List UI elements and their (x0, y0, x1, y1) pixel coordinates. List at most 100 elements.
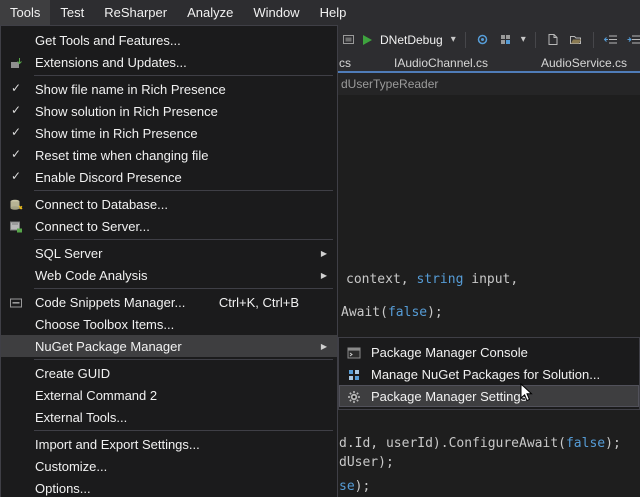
submenu-arrow-icon: ▶ (321, 249, 327, 258)
menubar-item-resharper[interactable]: ReSharper (94, 0, 177, 25)
menubar-item-tools[interactable]: Tools (0, 0, 50, 25)
new-file-icon[interactable] (545, 32, 561, 48)
menu-item-show-time-rich-presence[interactable]: ✓ Show time in Rich Presence (1, 122, 337, 144)
check-icon: ✓ (11, 81, 21, 95)
code-line[interactable]: context, string input, (346, 272, 518, 287)
menu-separator (34, 239, 333, 240)
open-file-icon[interactable] (568, 32, 584, 48)
submenu-arrow-icon: ▶ (321, 271, 327, 280)
profiler-grid-icon[interactable] (498, 32, 514, 48)
menu-item-nuget-package-manager[interactable]: NuGet Package Manager ▶ (1, 335, 337, 357)
menu-item-label: Enable Discord Presence (35, 170, 182, 185)
toolbar-box-icon[interactable] (340, 32, 356, 48)
menu-item-enable-discord-presence[interactable]: ✓ Enable Discord Presence (1, 166, 337, 188)
submenu-arrow-icon: ▶ (321, 342, 327, 351)
menu-separator (34, 359, 333, 360)
menu-item-label: Get Tools and Features... (35, 33, 181, 48)
menu-item-shortcut: Ctrl+K, Ctrl+B (219, 295, 299, 310)
toolbar-separator (535, 32, 536, 48)
menu-item-label: Import and Export Settings... (35, 437, 200, 452)
code-text: input, (463, 272, 518, 287)
menu-item-web-code-analysis[interactable]: Web Code Analysis ▶ (1, 264, 337, 286)
menu-item-package-manager-console[interactable]: Package Manager Console (339, 341, 639, 363)
menubar-item-test[interactable]: Test (50, 0, 94, 25)
tab-partial[interactable]: cs (339, 56, 351, 70)
code-text: ); (605, 436, 621, 451)
code-line[interactable]: Await(false); (341, 305, 443, 320)
code-text: context, (346, 272, 416, 287)
menu-item-label: Web Code Analysis (35, 268, 148, 283)
menu-item-label: NuGet Package Manager (35, 339, 182, 354)
check-icon: ✓ (11, 125, 21, 139)
menu-item-import-and-export-settings[interactable]: Import and Export Settings... (1, 433, 337, 455)
check-icon: ✓ (11, 147, 21, 161)
snippets-icon (9, 295, 24, 310)
menu-item-show-file-name-rich-presence[interactable]: ✓ Show file name in Rich Presence (1, 78, 337, 100)
toolbar-separator (465, 32, 466, 48)
check-icon: ✓ (11, 169, 21, 183)
menu-item-package-manager-settings[interactable]: Package Manager Settings (339, 385, 639, 407)
menu-item-choose-toolbox-items[interactable]: Choose Toolbox Items... (1, 313, 337, 335)
extensions-icon (9, 55, 24, 70)
menubar-item-window[interactable]: Window (243, 0, 309, 25)
menu-item-label: Choose Toolbox Items... (35, 317, 174, 332)
menu-item-label: External Command 2 (35, 388, 157, 403)
toolbar-separator (593, 32, 594, 48)
attach-icon[interactable] (475, 32, 491, 48)
code-line[interactable]: d.Id, userId).ConfigureAwait(false); (339, 436, 621, 451)
menu-item-customize[interactable]: Customize... (1, 455, 337, 477)
console-icon (347, 345, 362, 360)
code-line[interactable]: se); (339, 479, 370, 494)
tools-menu: Get Tools and Features... Extensions and… (0, 25, 338, 497)
code-line[interactable]: dUser); (339, 455, 394, 470)
menu-item-create-guid[interactable]: Create GUID (1, 362, 337, 384)
menu-separator (34, 75, 333, 76)
menu-item-label: Package Manager Console (371, 345, 528, 360)
menu-item-manage-nuget-packages-for-solution[interactable]: Manage NuGet Packages for Solution... (339, 363, 639, 385)
code-text: dUser); (339, 455, 394, 470)
breadcrumb[interactable]: dUserTypeReader (341, 77, 438, 91)
menu-item-code-snippets-manager[interactable]: Code Snippets Manager... Ctrl+K, Ctrl+B (1, 291, 337, 313)
menu-item-sql-server[interactable]: SQL Server ▶ (1, 242, 337, 264)
debug-target-label[interactable]: DNetDebug (380, 33, 443, 47)
gear-icon (347, 389, 362, 404)
code-keyword: false (388, 305, 427, 320)
menu-item-extensions-and-updates[interactable]: Extensions and Updates... (1, 51, 337, 73)
menu-item-options[interactable]: Options... (1, 477, 337, 497)
menu-item-external-command-2[interactable]: External Command 2 (1, 384, 337, 406)
menu-item-label: External Tools... (35, 410, 127, 425)
menu-item-label: Customize... (35, 459, 107, 474)
vs-window: context, string input, Await(false); d.I… (0, 0, 640, 497)
menu-item-show-solution-rich-presence[interactable]: ✓ Show solution in Rich Presence (1, 100, 337, 122)
menu-item-reset-time-when-changing-file[interactable]: ✓ Reset time when changing file (1, 144, 337, 166)
tab-iaudiochannel[interactable]: IAudioChannel.cs (394, 56, 488, 70)
menu-item-label: Create GUID (35, 366, 110, 381)
profiler-dropdown-icon[interactable]: ▾ (521, 34, 526, 45)
menu-item-label: Options... (35, 481, 91, 496)
nuget-submenu: Package Manager Console Manage NuGet Pac… (338, 337, 640, 410)
debug-target-dropdown-icon[interactable]: ▾ (451, 34, 456, 45)
menu-item-connect-to-server[interactable]: Connect to Server... (1, 215, 337, 237)
tab-audioservice[interactable]: AudioService.cs (541, 56, 627, 70)
menu-item-get-tools-and-features[interactable]: Get Tools and Features... (1, 29, 337, 51)
menubar-item-help[interactable]: Help (310, 0, 357, 25)
menu-bar: Tools Test ReSharper Analyze Window Help (0, 0, 640, 25)
code-keyword: se (339, 479, 355, 494)
code-keyword: string (416, 272, 463, 287)
menu-item-label: Show file name in Rich Presence (35, 82, 226, 97)
menu-item-label: SQL Server (35, 246, 102, 261)
outdent-icon[interactable] (603, 32, 619, 48)
menubar-item-analyze[interactable]: Analyze (177, 0, 243, 25)
menu-item-connect-to-database[interactable]: Connect to Database... (1, 193, 337, 215)
menu-item-label: Connect to Database... (35, 197, 168, 212)
menu-item-label: Extensions and Updates... (35, 55, 187, 70)
menu-item-label: Reset time when changing file (35, 148, 208, 163)
indent-icon[interactable] (626, 32, 640, 48)
menu-item-external-tools[interactable]: External Tools... (1, 406, 337, 428)
menu-separator (34, 288, 333, 289)
server-icon (9, 219, 24, 234)
packages-icon (347, 367, 362, 382)
start-debug-icon[interactable] (363, 35, 372, 45)
menu-item-label: Show solution in Rich Presence (35, 104, 218, 119)
menu-item-label: Show time in Rich Presence (35, 126, 198, 141)
